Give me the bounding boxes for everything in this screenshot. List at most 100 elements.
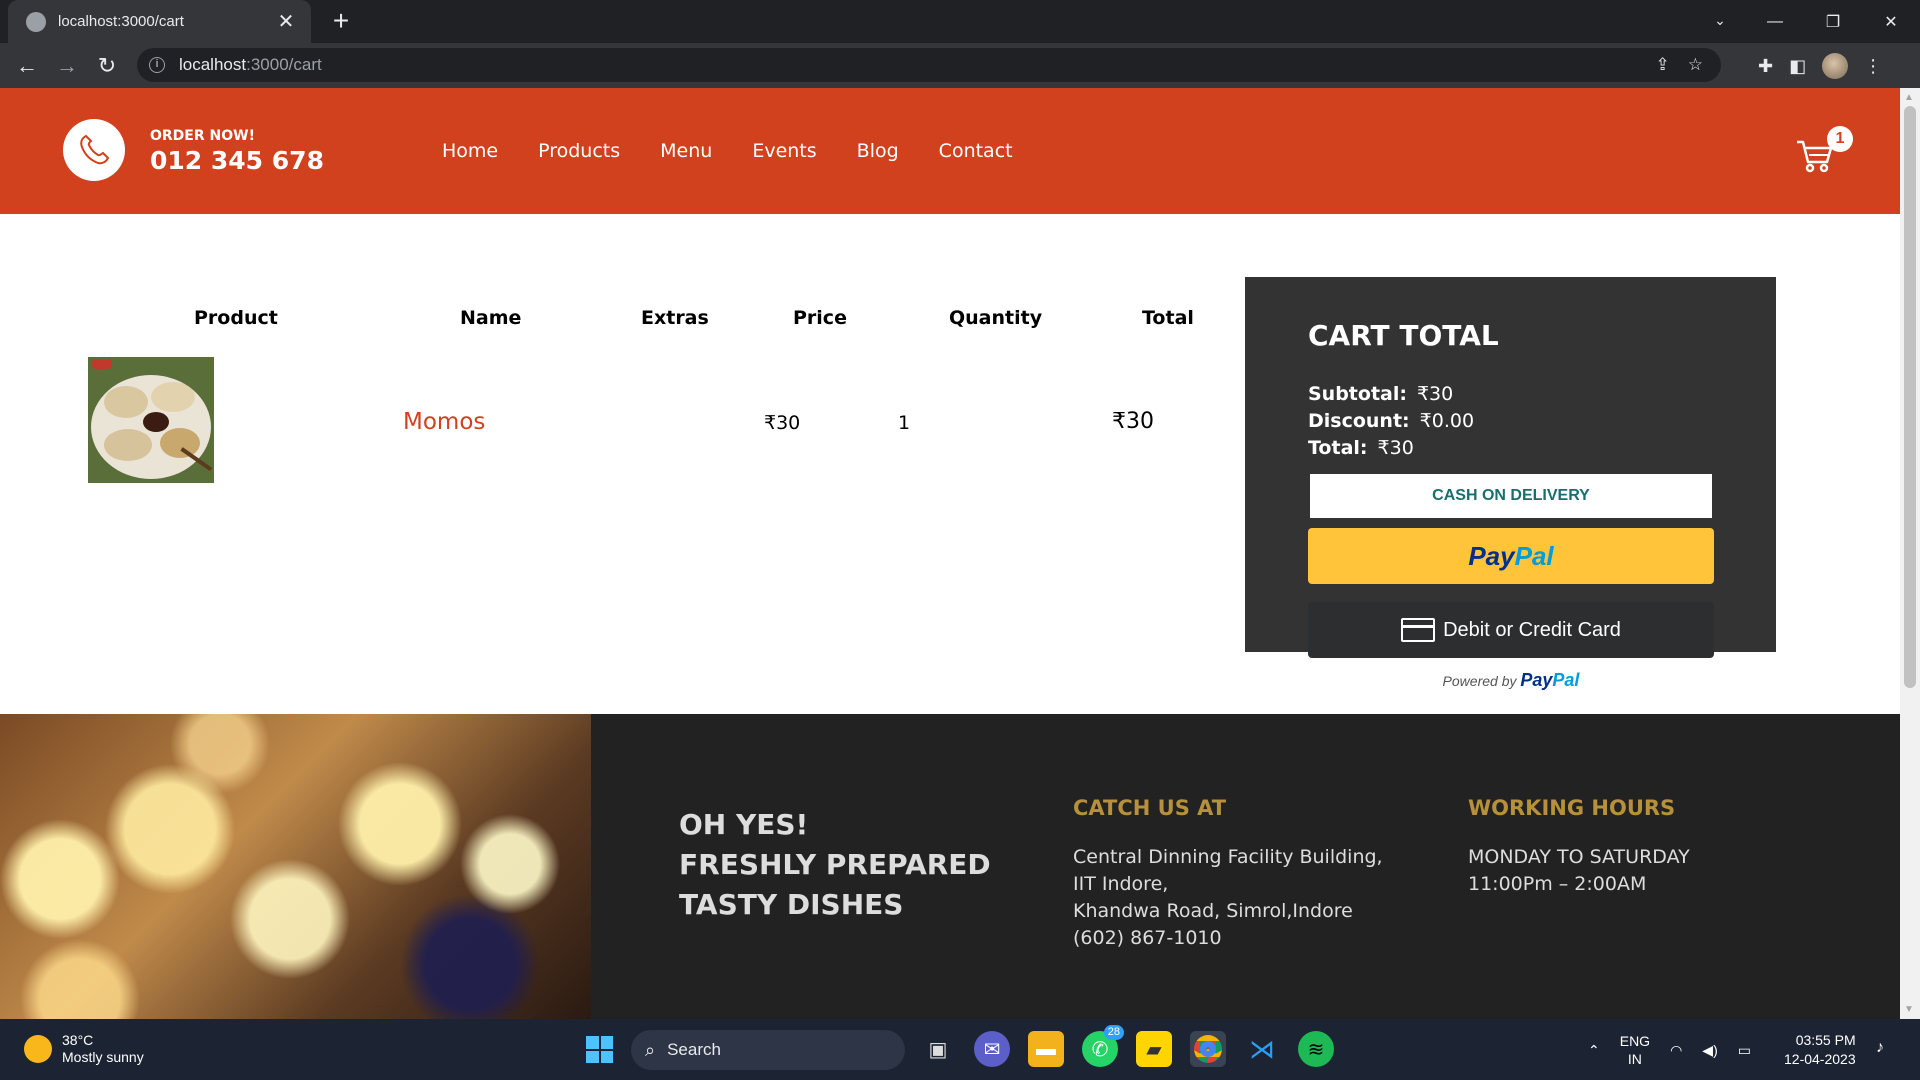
windows-taskbar: 38°C Mostly sunny ⌕ Search ▣ ✉ ▬ ✆ 28 ▰ ⋊…: [0, 1019, 1920, 1080]
side-panel-icon[interactable]: ◧: [1789, 56, 1806, 77]
notification-bell-icon[interactable]: ♪: [1876, 1039, 1884, 1057]
address-line-3: Khandwa Road, Simrol,Indore: [1073, 900, 1353, 922]
close-tab-icon[interactable]: ✕: [275, 9, 297, 34]
footer-slogan: OH YES! FRESHLY PREPARED TASTY DISHES: [679, 805, 991, 925]
restore-icon[interactable]: ❐: [1804, 0, 1862, 43]
globe-icon: [26, 11, 46, 32]
debit-credit-card-button[interactable]: Debit or Credit Card: [1308, 602, 1714, 658]
omnibox-actions: ⇪ ☆: [1656, 48, 1704, 82]
new-tab-button[interactable]: +: [326, 6, 356, 36]
spotify-icon[interactable]: ≋: [1298, 1031, 1334, 1067]
lang-top: ENG: [1619, 1033, 1651, 1049]
cart-button[interactable]: 1: [1795, 126, 1853, 176]
paypal-small-pay: Pay: [1520, 670, 1553, 690]
weather-description: Mostly sunny: [62, 1049, 144, 1065]
battery-icon[interactable]: ▭: [1738, 1042, 1751, 1059]
paypal-button[interactable]: PayPal: [1308, 528, 1714, 584]
address-phone: (602) 867-1010: [1073, 927, 1222, 949]
task-view-icon[interactable]: ▣: [920, 1031, 956, 1067]
bookmark-star-icon[interactable]: ☆: [1688, 55, 1703, 75]
tab-search-chevron-icon[interactable]: ⌄: [1705, 0, 1735, 40]
nav-menu[interactable]: Menu: [660, 140, 712, 162]
paypal-logo-pal: Pal: [1514, 541, 1554, 571]
wifi-icon[interactable]: ◠: [1670, 1042, 1682, 1059]
forward-arrow-icon[interactable]: →: [52, 51, 82, 81]
address-bar[interactable]: i localhost :3000/cart ⇪ ☆: [137, 48, 1721, 82]
url-host: localhost: [179, 55, 247, 74]
column-header-total: Total: [1142, 307, 1194, 329]
item-name[interactable]: Momos: [403, 409, 485, 435]
close-window-icon[interactable]: ✕: [1862, 0, 1920, 43]
slogan-line-1: OH YES!: [679, 808, 809, 841]
nav-contact[interactable]: Contact: [939, 140, 1013, 162]
teams-chat-icon[interactable]: ✉: [974, 1031, 1010, 1067]
scroll-down-icon[interactable]: ▼: [1904, 1004, 1914, 1015]
hours-time: 11:00Pm – 2:00AM: [1468, 873, 1647, 895]
phone-button[interactable]: [63, 119, 125, 181]
search-icon: ⌕: [645, 1039, 656, 1060]
volume-icon[interactable]: ◀): [1702, 1042, 1717, 1059]
show-hidden-icons-chevron-icon[interactable]: ⌃: [1588, 1042, 1600, 1059]
share-icon[interactable]: ⇪: [1656, 55, 1670, 75]
paypal-logo-pay: Pay: [1468, 541, 1515, 571]
taskbar-clock[interactable]: 03:55 PM 12-04-2023: [1784, 1031, 1856, 1069]
total-value: ₹30: [1377, 437, 1414, 459]
main-nav: Home Products Menu Events Blog Contact: [442, 140, 1053, 162]
chrome-icon[interactable]: [1190, 1031, 1226, 1067]
slogan-line-3: TASTY DISHES: [679, 888, 904, 921]
profile-avatar[interactable]: [1822, 53, 1849, 79]
powered-by-paypal: Powered by PayPal: [1308, 670, 1714, 691]
subtotal-row: Subtotal: ₹30: [1308, 383, 1453, 405]
powered-by-text: Powered by: [1442, 673, 1517, 689]
whatsapp-badge: 28: [1103, 1025, 1124, 1040]
footer-bokeh-image: [0, 714, 591, 1019]
scroll-up-icon[interactable]: ▲: [1904, 92, 1914, 103]
item-quantity: 1: [898, 412, 911, 434]
temperature: 38°C: [62, 1032, 94, 1048]
item-price: ₹30: [764, 412, 801, 434]
reload-icon[interactable]: ↻: [92, 51, 122, 81]
taskbar-apps: ▣ ✉ ▬ ✆ 28 ▰ ⋊ ≋: [920, 1025, 1334, 1067]
browser-tab[interactable]: localhost:3000/cart ✕: [8, 0, 311, 43]
nav-events[interactable]: Events: [752, 140, 816, 162]
cash-on-delivery-button[interactable]: CASH ON DELIVERY: [1308, 472, 1714, 520]
weather-widget[interactable]: 38°C Mostly sunny: [24, 1032, 144, 1066]
back-arrow-icon[interactable]: ←: [12, 51, 42, 81]
cart-count-badge: 1: [1827, 126, 1853, 152]
windows-start-icon[interactable]: [586, 1036, 613, 1063]
nav-blog[interactable]: Blog: [857, 140, 899, 162]
site-header: ORDER NOW! 012 345 678 Home Products Men…: [0, 88, 1900, 214]
address-line-2: IIT Indore,: [1073, 873, 1169, 895]
taskbar-search[interactable]: ⌕ Search: [631, 1030, 905, 1070]
column-header-price: Price: [793, 307, 847, 329]
url-path: :3000/cart: [246, 55, 322, 74]
file-explorer-icon[interactable]: ▬: [1028, 1031, 1064, 1067]
address-line-1: Central Dinning Facility Building,: [1073, 846, 1383, 868]
phone-number: 012 345 678: [150, 146, 324, 175]
language-indicator[interactable]: ENG IN: [1620, 1032, 1650, 1068]
cart-total-title: CART TOTAL: [1308, 319, 1499, 352]
column-header-product: Product: [194, 307, 278, 329]
order-now-label: ORDER NOW!: [150, 128, 255, 144]
sticky-notes-icon[interactable]: ▰: [1136, 1031, 1172, 1067]
more-menu-icon[interactable]: ⋮: [1864, 56, 1882, 77]
cart-total-panel: CART TOTAL Subtotal: ₹30 Discount: ₹0.00 T…: [1245, 277, 1776, 652]
extensions-puzzle-icon[interactable]: ✚: [1758, 56, 1773, 77]
total-row: Total: ₹30: [1308, 437, 1414, 459]
sunny-weather-icon: [24, 1035, 52, 1063]
nav-products[interactable]: Products: [538, 140, 620, 162]
nav-home[interactable]: Home: [442, 140, 498, 162]
total-label: Total:: [1308, 437, 1368, 459]
site-footer: OH YES! FRESHLY PREPARED TASTY DISHES CA…: [0, 714, 1900, 1019]
minimize-icon[interactable]: —: [1746, 0, 1804, 43]
toolbar-actions: ✚ ◧ ⋮: [1758, 51, 1882, 81]
hours-block: MONDAY TO SATURDAY 11:00Pm – 2:00AM: [1468, 844, 1690, 898]
window-controls: — ❐ ✕: [1746, 0, 1920, 43]
whatsapp-icon[interactable]: ✆ 28: [1082, 1025, 1124, 1067]
column-header-extras: Extras: [641, 307, 709, 329]
page-scrollbar[interactable]: ▲ ▼: [1900, 88, 1920, 1019]
scrollbar-thumb[interactable]: [1904, 106, 1916, 688]
vscode-icon[interactable]: ⋊: [1244, 1031, 1280, 1067]
system-tray: ⌃ ENG IN ◠ ◀) ▭: [1588, 1032, 1751, 1068]
site-info-icon[interactable]: i: [149, 57, 165, 73]
